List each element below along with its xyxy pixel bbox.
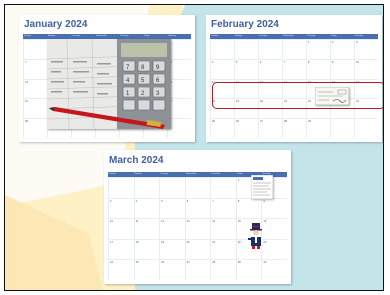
slide-canvas: January 2024 Sunday Monday Tuesday Wednesda… — [4, 4, 384, 291]
day-cell[interactable] — [210, 39, 234, 59]
day-cell[interactable]: 23 — [261, 238, 287, 260]
day-cell[interactable]: 8 — [306, 58, 330, 79]
day-cell[interactable]: 28 — [282, 118, 306, 138]
day-cell[interactable]: 9 — [330, 58, 354, 79]
day-cell[interactable]: 7 — [210, 197, 236, 219]
check-image[interactable] — [314, 86, 350, 106]
calendar-title: February 2024 — [211, 19, 279, 30]
day-cell[interactable] — [133, 177, 160, 198]
day-cell[interactable]: 5 — [159, 197, 185, 219]
day-cell[interactable]: 19 — [159, 238, 185, 260]
day-cell[interactable]: 26 — [234, 118, 258, 138]
day-cell[interactable] — [354, 118, 378, 138]
day-cell[interactable]: 3 — [108, 197, 134, 219]
calendar-february[interactable]: February 2024 Sunday Monday Tuesday Wednesd… — [206, 15, 382, 142]
day-cell[interactable] — [184, 177, 211, 198]
day-cell[interactable]: 26 — [159, 259, 185, 280]
day-cell[interactable] — [159, 177, 185, 198]
day-cell[interactable]: 4 — [133, 197, 160, 219]
day-cell[interactable] — [210, 177, 236, 198]
day-cell[interactable]: 1 — [306, 39, 330, 59]
week-highlight-box[interactable] — [212, 82, 383, 109]
day-cell[interactable]: 27 — [184, 259, 211, 280]
day-cell[interactable]: 3 — [354, 39, 378, 59]
calendar-march[interactable]: March 2024 Sunday Monday Tuesday Wednesday T… — [104, 150, 291, 284]
day-cell[interactable]: 4 — [210, 58, 234, 79]
finance-photo-graphic: 789 456 123 — [47, 39, 171, 129]
day-cell[interactable]: 10 — [354, 58, 378, 79]
day-cell[interactable]: 29 — [235, 259, 262, 280]
day-cell[interactable]: 7 — [282, 58, 306, 79]
day-cell[interactable]: 9 — [261, 197, 287, 219]
day-cell[interactable]: 20 — [184, 238, 211, 260]
check-graphic — [314, 86, 350, 106]
day-cell[interactable]: 21 — [210, 238, 236, 260]
uncle-sam-graphic — [248, 223, 262, 249]
day-cell[interactable]: 2 — [330, 39, 354, 59]
day-cell[interactable] — [108, 177, 134, 198]
day-cell[interactable]: 18 — [133, 238, 160, 260]
day-cell[interactable] — [330, 118, 354, 138]
tax-form-image[interactable] — [250, 174, 274, 200]
calendar-title: January 2024 — [24, 19, 88, 30]
tax-form-graphic — [250, 174, 274, 200]
day-cell[interactable]: 24 — [108, 259, 134, 280]
day-cell[interactable]: 27 — [258, 118, 282, 138]
day-cell[interactable]: 16 — [261, 218, 287, 239]
day-cell[interactable]: 14 — [23, 78, 47, 99]
day-cell[interactable]: 13 — [184, 218, 211, 239]
day-cell[interactable]: 5 — [234, 58, 258, 79]
day-cell[interactable]: 28 — [23, 118, 47, 138]
day-cell[interactable]: 8 — [235, 197, 262, 219]
day-cell[interactable]: 6 — [184, 197, 211, 219]
day-cell[interactable]: 12 — [159, 218, 185, 239]
day-cell[interactable] — [234, 39, 258, 59]
day-cell[interactable] — [23, 39, 47, 59]
day-cell[interactable]: 10 — [108, 218, 134, 239]
day-cell[interactable]: 28 — [210, 259, 236, 280]
finance-calculator-pen-image[interactable]: 789 456 123 — [47, 39, 171, 129]
day-cell[interactable]: 6 — [258, 58, 282, 79]
day-cell[interactable] — [282, 39, 306, 59]
day-cell[interactable]: 25 — [133, 259, 160, 280]
day-cell[interactable]: 25 — [210, 118, 234, 138]
day-cell[interactable] — [258, 39, 282, 59]
day-cell[interactable]: 21 — [23, 98, 47, 119]
day-cell[interactable]: 7 — [23, 58, 47, 79]
day-cell[interactable]: 29 — [306, 118, 330, 138]
calendar-title: March 2024 — [109, 155, 164, 166]
uncle-sam-image[interactable] — [248, 223, 264, 249]
day-cell[interactable]: 17 — [108, 238, 134, 260]
day-cell[interactable]: 30 — [261, 259, 287, 280]
day-cell[interactable]: 11 — [133, 218, 160, 239]
day-cell[interactable]: 14 — [210, 218, 236, 239]
